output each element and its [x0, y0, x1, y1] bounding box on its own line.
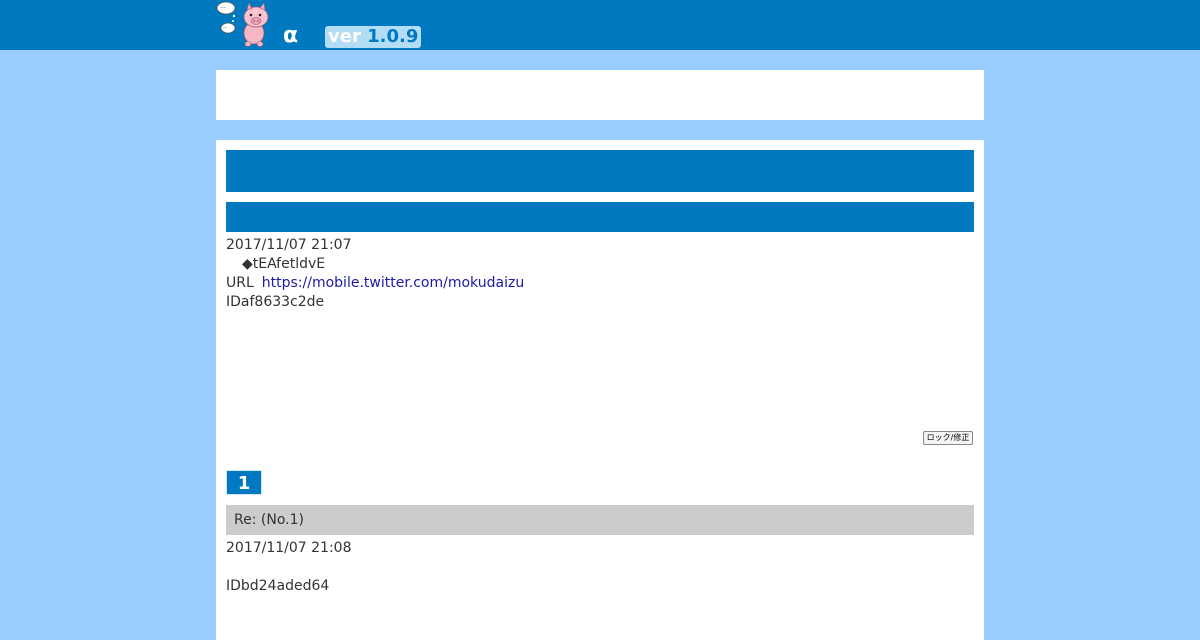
- version-number: 1.0.9: [367, 26, 419, 47]
- post-date: 2017/11/07 21:07: [226, 237, 352, 253]
- reply-id: IDbd24aded64: [226, 578, 330, 594]
- post-url-row: URL https://mobile.twitter.com/mokudaizu: [226, 274, 524, 293]
- url-label: URL: [226, 275, 254, 291]
- thread-panel: 2017/11/07 21:07 ◆tEAfetldvE URL https://…: [216, 140, 984, 640]
- thread-title-bar: [226, 150, 974, 192]
- reply-date: 2017/11/07 21:08: [226, 540, 352, 556]
- post-trip-code: ◆tEAfetldvE: [242, 256, 326, 272]
- site-title-alpha[interactable]: α: [283, 21, 298, 51]
- reply-title-bar: Re: (No.1): [226, 505, 974, 535]
- svg-text:··: ··: [223, 25, 227, 32]
- reply-number-badge: 1: [226, 470, 262, 495]
- pig-mascot-logo-icon[interactable]: ··· ··: [214, 0, 274, 48]
- lock-edit-button[interactable]: ロック/修正: [923, 431, 973, 445]
- top-header-bar: ··· ·· α ver 1.0.9: [0, 0, 1200, 50]
- version-word: ver: [328, 26, 361, 47]
- post-title-bar: [226, 202, 974, 232]
- post-id: IDaf8633c2de: [226, 294, 325, 310]
- version-badge: ver 1.0.9: [325, 26, 422, 48]
- post-url-link[interactable]: https://mobile.twitter.com/mokudaizu: [262, 275, 524, 291]
- svg-text:···: ···: [220, 5, 226, 12]
- ad-banner-area: [216, 70, 984, 120]
